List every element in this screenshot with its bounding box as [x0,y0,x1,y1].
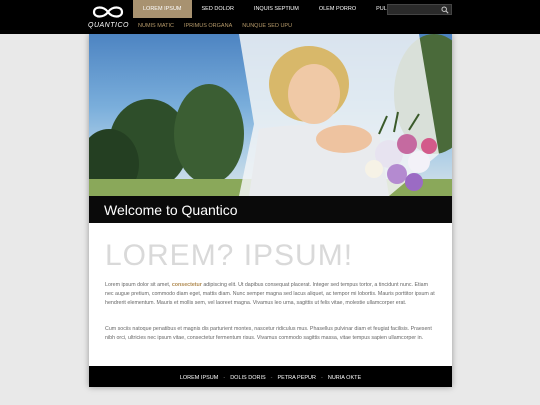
second-paragraph: Cum sociis natoque penatibus et magnis d… [105,326,432,341]
footer-bar: LOREM IPSUM - DOLIS DORIS - PETRA PEPUR … [89,366,452,387]
brand-name: QUANTICO [88,22,129,29]
search-input[interactable] [390,6,438,14]
nav-item-lorem-ipsum[interactable]: LOREM IPSUM [133,0,192,18]
consectetur-link[interactable]: consectetur [172,282,202,288]
footer-separator: - [321,375,323,381]
infinity-logo-icon [92,6,124,18]
page-headline: LOREM? IPSUM! [105,239,354,272]
nav-item-inquis-septium[interactable]: INQUIS SEPTIUM [244,0,309,18]
subnav-item-iprimus-organa[interactable]: IPRIMUS ORGANA [179,20,237,32]
footer-link-dolis-doris[interactable]: DOLIS DORIS [230,375,265,381]
intro-paragraph: Lorem ipsum dolor sit amet, consectetur … [105,281,437,308]
footer-links: LOREM IPSUM - DOLIS DORIS - PETRA PEPUR … [180,375,361,381]
footer-separator: - [223,375,226,381]
welcome-title: Welcome to Quantico [104,202,238,218]
nav-item-olem-porro[interactable]: OLEM PORRO [309,0,366,18]
top-navigation-bar: QUANTICO LOREM IPSUM SED DOLOR INQUIS SE… [0,0,540,34]
subnav-item-numis-matic[interactable]: NUMIS MATIC [133,20,179,32]
sub-nav: NUMIS MATIC IPRIMUS ORGANA NUNQUE SED UP… [133,20,297,32]
content-card: Welcome to Quantico LOREM? IPSUM! Lorem … [89,34,452,387]
nav-item-sed-dolor[interactable]: SED DOLOR [192,0,244,18]
subnav-item-nunque-sed-upu[interactable]: NUNQUE SED UPU [237,20,297,32]
brand-logo[interactable]: QUANTICO [88,4,128,32]
footer-link-lorem-ipsum[interactable]: LOREM IPSUM [180,375,219,381]
search-icon[interactable] [441,6,449,14]
intro-text-start: Lorem ipsum dolor sit amet, [105,282,172,288]
search-box [387,4,452,15]
footer-separator: - [270,375,273,381]
hero-image [89,34,452,196]
footer-link-petra-pepur[interactable]: PETRA PEPUR [277,375,316,381]
bride-hero-illustration [89,34,452,196]
footer-link-nuria-okte[interactable]: NURIA OKTE [328,375,361,381]
welcome-banner: Welcome to Quantico [89,196,452,223]
